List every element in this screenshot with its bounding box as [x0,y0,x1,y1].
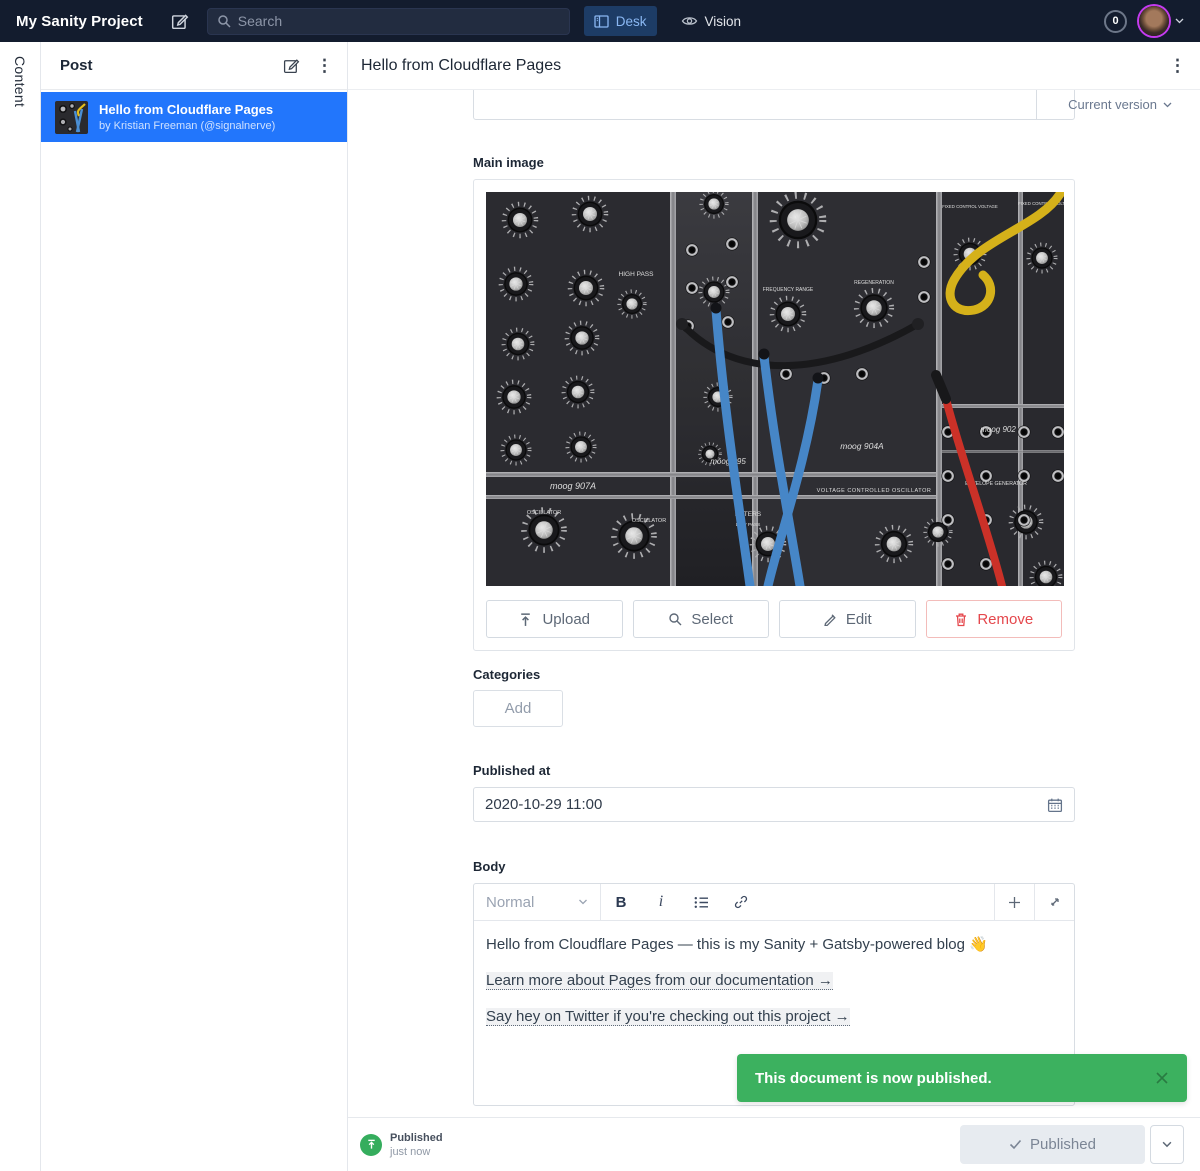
plus-icon [1008,896,1021,909]
link-button[interactable] [721,884,761,920]
text-style-value: Normal [486,894,534,911]
upload-button-label: Upload [542,611,590,628]
slug-field-peek[interactable] [473,90,1075,120]
publish-toast: This document is now published. [737,1054,1187,1102]
select-button[interactable]: Select [633,600,770,638]
edit-button-label: Edit [846,611,872,628]
publish-up-icon [366,1139,377,1150]
create-post-button[interactable] [283,57,300,74]
search-icon [217,14,231,28]
upload-button[interactable]: Upload [486,600,623,638]
list-menu-button[interactable]: ⋮ [316,57,333,74]
document-header: Hello from Cloudflare Pages ⋮ [348,42,1200,90]
toast-close-button[interactable] [1155,1071,1169,1085]
bullet-list-button[interactable] [681,884,721,920]
top-navbar: My Sanity Project Desk Vision 0 [0,0,1200,42]
categories-label: Categories [473,667,1075,682]
eye-icon [681,15,698,27]
content-rail[interactable]: Content [0,42,41,1171]
published-at-label: Published at [473,763,1075,778]
search-input[interactable] [238,13,538,29]
document-form: Main image [348,125,1200,1117]
document-list-pane: Post ⋮ Hello from Cloudflare Pages by Kr… [41,42,348,1171]
publish-status: Published just now [390,1132,443,1158]
list-item-title: Hello from Cloudflare Pages [99,102,275,117]
expand-editor-button[interactable] [1034,884,1074,920]
chevron-down-icon [1175,18,1184,24]
text-style-dropdown[interactable]: Normal [474,884,601,920]
list-item[interactable]: Hello from Cloudflare Pages by Kristian … [41,92,347,142]
select-button-label: Select [691,611,733,628]
calendar-icon[interactable] [1047,797,1063,813]
document-menu-button[interactable]: ⋮ [1169,57,1186,74]
publish-button[interactable]: Published [960,1125,1145,1164]
notifications-count: 0 [1112,15,1118,27]
document-footer: Published just now Published [348,1117,1200,1171]
list-pane-title: Post [60,57,93,74]
close-icon [1155,1071,1169,1085]
toast-message: This document is now published. [755,1070,992,1087]
remove-button-label: Remove [977,611,1033,628]
search-icon [668,612,682,626]
bold-button[interactable]: B [601,884,641,920]
content-rail-label: Content [12,56,28,107]
body-link-docs[interactable]: Learn more about Pages from our document… [486,972,833,990]
version-selector-label: Current version [1068,97,1157,112]
tab-desk[interactable]: Desk [584,6,657,36]
remove-button[interactable]: Remove [926,600,1063,638]
published-at-input[interactable] [485,796,1047,813]
document-editor-pane: Hello from Cloudflare Pages ⋮ Current ve… [348,42,1200,1171]
insert-block-button[interactable] [994,884,1034,920]
project-title: My Sanity Project [16,13,143,30]
search-box[interactable] [207,8,570,35]
list-pane-header: Post ⋮ [41,42,347,90]
upload-icon [518,612,533,627]
publish-status-time: just now [390,1146,443,1158]
list-item-subtitle: by Kristian Freeman (@signalnerve) [99,120,275,132]
tab-vision[interactable]: Vision [671,6,752,36]
publish-button-label: Published [1030,1136,1096,1153]
desk-icon [594,15,609,28]
new-document-button[interactable] [171,12,189,30]
version-row: Current version [348,90,1200,125]
body-paragraph-text: Hello from Cloudflare Pages — this is my… [486,936,969,953]
main-image-field: HIGH PASS FREQUENCY RANGE REGENERATION F… [473,179,1075,651]
chevron-down-icon [578,899,588,905]
bullet-list-icon [694,896,709,909]
list-item-thumbnail [55,101,88,134]
main-image-photo[interactable]: HIGH PASS FREQUENCY RANGE REGENERATION F… [486,192,1064,586]
document-title: Hello from Cloudflare Pages [361,57,561,75]
italic-button[interactable]: i [641,884,681,920]
published-status-icon [360,1134,382,1156]
wave-emoji: 👋 [969,936,988,953]
body-paragraph: Learn more about Pages from our document… [486,970,1062,991]
tab-desk-label: Desk [616,14,647,29]
main-image-label: Main image [473,155,1075,170]
check-icon [1009,1139,1022,1150]
user-menu[interactable] [1139,6,1184,36]
trash-icon [954,612,968,627]
body-paragraph: Hello from Cloudflare Pages — this is my… [486,934,1062,955]
published-at-field [473,787,1075,822]
avatar [1139,6,1169,36]
notifications-badge[interactable]: 0 [1104,10,1127,33]
chevron-down-icon [1162,1141,1172,1148]
body-link-twitter[interactable]: Say hey on Twitter if you're checking ou… [486,1008,850,1026]
toolbar-spacer [761,884,994,920]
body-paragraph: Say hey on Twitter if you're checking ou… [486,1006,1062,1027]
body-label: Body [473,859,1075,874]
link-icon [734,895,748,909]
tab-vision-label: Vision [705,14,742,29]
pencil-icon [823,612,837,626]
editor-toolbar: Normal B i [474,884,1074,921]
version-selector[interactable]: Current version [1068,97,1172,112]
publish-menu-button[interactable] [1150,1125,1184,1164]
chevron-down-icon [1163,102,1172,108]
add-category-button[interactable]: Add [473,690,563,727]
publish-status-title: Published [390,1132,443,1144]
expand-icon [1048,896,1061,909]
edit-button[interactable]: Edit [779,600,916,638]
compose-icon [171,12,189,30]
